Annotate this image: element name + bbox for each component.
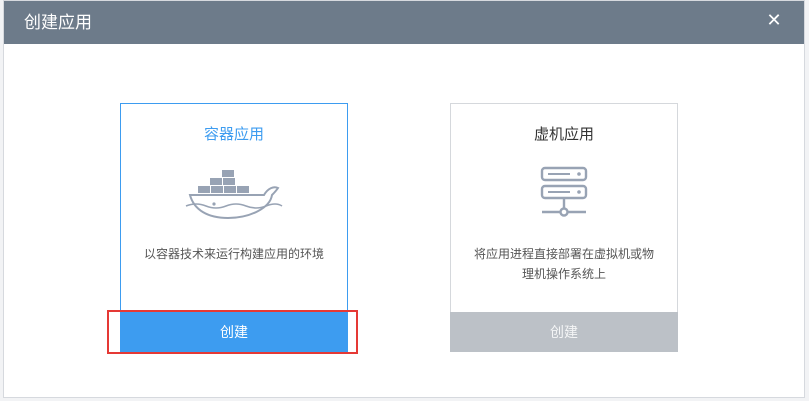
docker-whale-icon (184, 164, 284, 232)
close-icon[interactable]: ✕ (764, 11, 784, 31)
server-icon (534, 164, 594, 228)
vm-app-title: 虚机应用 (533, 125, 594, 143)
container-app-description: 以容器技术来运行构建应用的环境 (143, 247, 324, 261)
container-app-title: 容器应用 (203, 125, 264, 143)
create-vm-app-button[interactable]: 创建 (450, 312, 678, 352)
container-app-card[interactable]: 容器应用 以容器技术来运行构建应用的环境 创建 (120, 103, 348, 352)
create-container-app-button[interactable]: 创建 (120, 312, 348, 352)
vm-app-description: 将应用进程直接部署在虚拟机或物理机操作系统上 (473, 247, 654, 281)
vm-app-card[interactable]: 虚机应用 将应用进程直接部署在虚拟机或物理机操作系统上 创建 (450, 103, 678, 352)
dialog-title: 创建应用 (24, 13, 92, 33)
dialog-titlebar: 创建应用 ✕ (4, 1, 804, 44)
